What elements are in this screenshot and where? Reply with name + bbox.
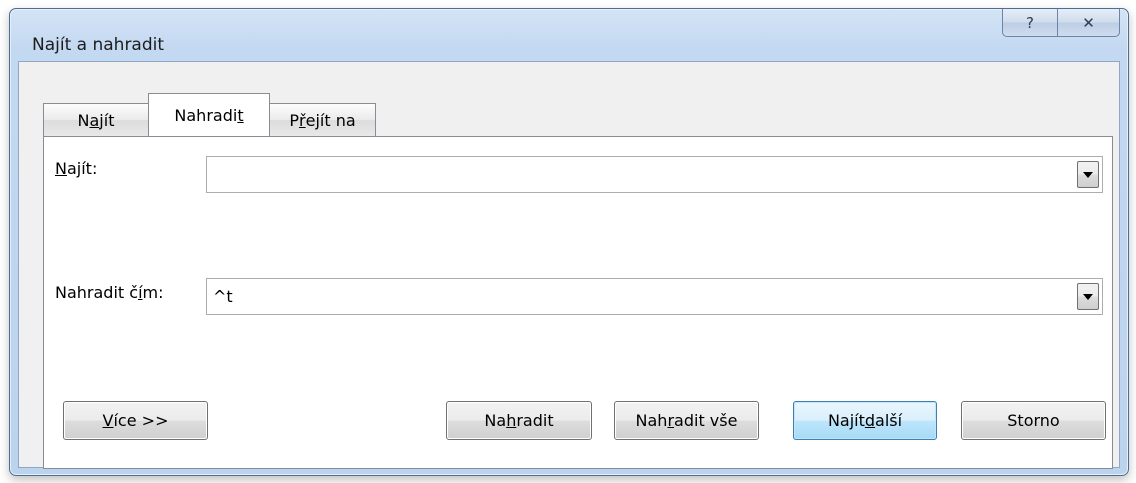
find-replace-dialog: Najít a nahradit ? ✕ Na jít Nahradi t Př ej…: [9, 8, 1129, 476]
help-icon: ?: [1026, 13, 1034, 32]
replace-button[interactable]: Na h radit: [446, 401, 592, 440]
find-dropdown-button[interactable]: [1077, 161, 1099, 188]
dialog-client-area: Na jít Nahradi t Př ejít na Najít: Nahradit…: [18, 61, 1120, 469]
tab-go-to[interactable]: Př ejít na: [269, 103, 376, 136]
replace-dropdown-button[interactable]: [1077, 283, 1099, 310]
replace-with-label: Nahradit čím:: [55, 283, 164, 302]
replace-with-input[interactable]: ^t: [213, 287, 233, 306]
more-button[interactable]: Více >>: [63, 401, 208, 440]
close-icon: ✕: [1082, 13, 1095, 32]
dialog-title: Najít a nahradit: [32, 35, 165, 55]
cancel-button[interactable]: Storno: [961, 401, 1106, 440]
tab-replace[interactable]: Nahradi t: [148, 93, 270, 136]
tab-find[interactable]: Na jít: [43, 103, 149, 136]
replace-tab-panel: Najít: Nahradit čím: ^t Více >> Na h rad…: [43, 136, 1113, 469]
find-label: Najít:: [55, 159, 98, 178]
close-button[interactable]: ✕: [1057, 9, 1120, 37]
caption-buttons: ? ✕: [1002, 9, 1120, 39]
replace-with-combobox[interactable]: ^t: [206, 278, 1103, 315]
find-combobox[interactable]: [206, 156, 1103, 193]
help-button[interactable]: ?: [1002, 9, 1057, 37]
chevron-down-icon: [1083, 171, 1093, 178]
replace-all-button[interactable]: Nah r adit vše: [614, 401, 759, 440]
chevron-down-icon: [1083, 293, 1093, 300]
find-next-button[interactable]: Najít d alší: [793, 401, 937, 440]
